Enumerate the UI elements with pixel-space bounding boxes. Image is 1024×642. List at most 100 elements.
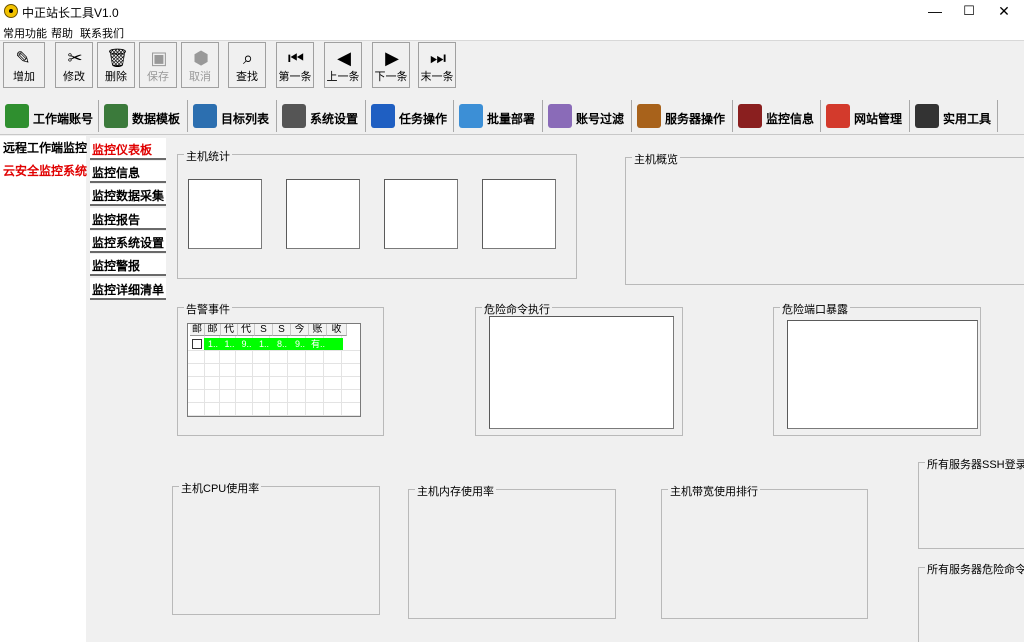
- danger-command-box: [489, 316, 674, 429]
- grid-cell[interactable]: 1..: [205, 338, 221, 350]
- filter-folder-icon: [548, 104, 572, 128]
- grid-header-cell[interactable]: 代: [221, 324, 238, 336]
- toolbar: ✎ 增加 ✂ 修改 🗑 删除 ▣ 保存 ⬢ 取消 ⌕ 查找 ⏮ 第一条 ◀ 上一条 ▶ 下一条 ⏭ 末一条: [0, 41, 1024, 93]
- toolbar-button-label: 取消: [189, 71, 211, 83]
- sub-nav-item[interactable]: 监控信息: [90, 161, 166, 183]
- grid-cell[interactable]: 1..: [221, 338, 238, 350]
- grid-header-cell[interactable]: 收: [327, 324, 347, 336]
- sub-nav-item[interactable]: 监控系统设置: [90, 231, 166, 253]
- grid-cell[interactable]: 有..: [309, 338, 327, 350]
- grid-cell[interactable]: 9..: [291, 338, 309, 350]
- toolbar-button-3[interactable]: ▣ 保存: [139, 42, 177, 88]
- tab-2[interactable]: 目标列表: [190, 100, 277, 132]
- grid-header-cell[interactable]: 账: [309, 324, 327, 336]
- first-record-icon: ⏮: [287, 48, 305, 68]
- sub-nav-item[interactable]: 监控仪表板: [90, 138, 166, 160]
- tab-4[interactable]: 任务操作: [368, 100, 454, 132]
- toolbar-button-8[interactable]: ▶ 下一条: [372, 42, 410, 88]
- tab-label: 网站管理: [854, 112, 903, 126]
- radiation-app-icon: [4, 4, 18, 18]
- host-overview-panel: 主机概览: [625, 151, 1024, 285]
- menu-common-functions[interactable]: 常用功能: [3, 25, 47, 41]
- sub-nav-item[interactable]: 监控详细清单: [90, 278, 166, 300]
- cpu-usage-panel: 主机CPU使用率: [172, 480, 380, 615]
- grid-header-cell[interactable]: S: [255, 324, 273, 336]
- danger-port-box: [787, 320, 978, 429]
- tab-9[interactable]: 网站管理: [823, 100, 910, 132]
- row-checkbox[interactable]: [192, 339, 202, 349]
- tab-label: 服务器操作: [665, 112, 726, 126]
- grid-header-cell[interactable]: 邮: [205, 324, 221, 336]
- alarm-events-grid[interactable]: 邮邮代代 S S 今账收 1.. 1.. 9.. 1.. 8.. 9.. 有..: [187, 323, 361, 417]
- stat-tile: [188, 179, 262, 249]
- memory-usage-panel: 主机内存使用率: [408, 483, 616, 619]
- ssh-login-title: 所有服务器SSH登录次数: [925, 456, 1024, 472]
- danger-command-title: 危险命令执行: [482, 301, 552, 317]
- alarm-events-title: 告警事件: [184, 301, 232, 317]
- grid-header-cell[interactable]: 今: [291, 324, 309, 336]
- tab-7[interactable]: 服务器操作: [634, 100, 733, 132]
- grid-cell[interactable]: 1..: [255, 338, 273, 350]
- toolbar-button-label: 保存: [147, 71, 169, 83]
- toolbar-button-label: 末一条: [420, 71, 454, 83]
- cpu-usage-title: 主机CPU使用率: [179, 480, 262, 496]
- tab-label: 任务操作: [399, 112, 448, 126]
- tab-label: 数据模板: [132, 112, 181, 126]
- minimize-button[interactable]: —: [918, 0, 952, 22]
- title-bar: 中正站长工具V1.0 — ☐ ✕: [0, 0, 1024, 22]
- toolbar-button-4[interactable]: ⬢ 取消: [181, 42, 219, 88]
- toolbar-button-label: 上一条: [326, 71, 360, 83]
- nav-remote-worker-monitor[interactable]: 远程工作端监控: [3, 139, 87, 156]
- template-icon: [104, 104, 128, 128]
- tab-6[interactable]: 账号过滤: [545, 100, 632, 132]
- cancel-icon: ⬢: [193, 48, 209, 68]
- tab-label: 账号过滤: [576, 112, 625, 126]
- grid-header-cell[interactable]: 代: [238, 324, 255, 336]
- maximize-button[interactable]: ☐: [952, 0, 986, 22]
- danger-port-title: 危险端口暴露: [780, 301, 850, 317]
- grid-row-line: [188, 389, 360, 390]
- toolbar-button-label: 修改: [63, 71, 85, 83]
- grid-header-cell[interactable]: 邮: [190, 324, 205, 336]
- grid-cell[interactable]: 8..: [273, 338, 291, 350]
- host-overview-title: 主机概览: [632, 151, 680, 167]
- tab-label: 实用工具: [943, 112, 992, 126]
- grid-cell[interactable]: 9..: [238, 338, 255, 350]
- sub-nav-item[interactable]: 监控警报: [90, 254, 166, 276]
- toolbar-button-0[interactable]: ✎ 增加: [3, 42, 45, 88]
- tab-5[interactable]: 批量部署: [456, 100, 543, 132]
- sub-nav-item[interactable]: 监控数据采集: [90, 184, 166, 206]
- tab-3[interactable]: 系统设置: [279, 100, 366, 132]
- tab-1[interactable]: 数据模板: [101, 100, 188, 132]
- sub-nav-item[interactable]: 监控报告: [90, 208, 166, 230]
- tab-0[interactable]: 工作端账号: [2, 100, 99, 132]
- grid-header-cell[interactable]: S: [273, 324, 291, 336]
- toolbar-button-7[interactable]: ◀ 上一条: [324, 42, 362, 88]
- tab-label: 系统设置: [310, 112, 359, 126]
- stat-tile: [482, 179, 556, 249]
- toolbar-button-label: 第一条: [278, 71, 312, 83]
- toolbar-button-1[interactable]: ✂ 修改: [55, 42, 93, 88]
- wrench-icon: [282, 104, 306, 128]
- toolbar-button-6[interactable]: ⏮ 第一条: [276, 42, 314, 88]
- radiation-icon: [915, 104, 939, 128]
- grid-row-line: [188, 402, 360, 403]
- all-danger-command-title: 所有服务器危险命令执行: [925, 561, 1024, 577]
- menu-contact-us[interactable]: 联系我们: [80, 25, 124, 41]
- tab-8[interactable]: 监控信息: [735, 100, 821, 132]
- close-button[interactable]: ✕: [987, 0, 1021, 22]
- toolbar-button-5[interactable]: ⌕ 查找: [228, 42, 266, 88]
- account-card-icon: [5, 104, 29, 128]
- deploy-icon: [459, 104, 483, 128]
- next-record-icon: ▶: [385, 48, 399, 68]
- toolbar-button-9[interactable]: ⏭ 末一条: [418, 42, 456, 88]
- all-danger-command-panel: 所有服务器危险命令执行: [918, 561, 1024, 642]
- tab-label: 工作端账号: [33, 112, 94, 126]
- menu-help[interactable]: 帮助: [51, 25, 73, 41]
- tab-10[interactable]: 实用工具: [912, 100, 998, 132]
- monitor-icon: [738, 104, 762, 128]
- toolbar-button-2[interactable]: 🗑 删除: [97, 42, 135, 88]
- nav-cloud-security-monitor[interactable]: 云安全监控系统: [3, 162, 87, 179]
- tab-label: 批量部署: [487, 112, 536, 126]
- tab-label: 目标列表: [221, 112, 270, 126]
